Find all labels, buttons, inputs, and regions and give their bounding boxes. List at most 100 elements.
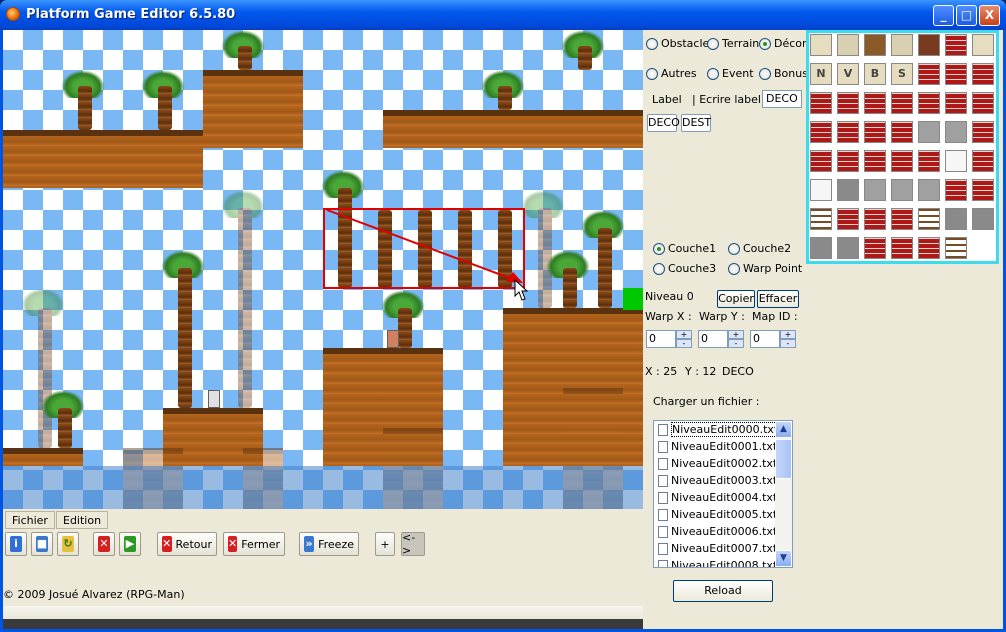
warp-x-value[interactable]: 0	[646, 330, 676, 348]
tile-brick[interactable]	[891, 208, 913, 230]
swap-button[interactable]: <->	[401, 531, 425, 557]
radio-warp-point[interactable]: Warp Point	[728, 262, 802, 275]
tile-brick[interactable]	[837, 92, 859, 114]
tile-brick[interactable]	[837, 150, 859, 172]
tile-brick[interactable]	[810, 150, 832, 172]
stepper-down[interactable]: -	[728, 339, 744, 348]
tile-brick[interactable]	[864, 92, 886, 114]
play-button[interactable]: ▶	[119, 532, 141, 556]
tile-brick[interactable]	[918, 150, 940, 172]
menu-fichier[interactable]: Fichier	[5, 511, 55, 529]
stepper-up[interactable]: +	[780, 330, 796, 339]
tile-brick[interactable]	[972, 63, 994, 85]
tile-brick[interactable]	[864, 237, 886, 259]
radio-couche2[interactable]: Couche2	[728, 242, 791, 255]
tile-brick[interactable]	[891, 121, 913, 143]
tile-dead-tree[interactable]	[918, 34, 940, 56]
tile-brick[interactable]	[837, 121, 859, 143]
map-id-value[interactable]: 0	[750, 330, 780, 348]
tile-brick[interactable]	[972, 150, 994, 172]
tile-brick[interactable]	[864, 150, 886, 172]
tile-ladder[interactable]	[945, 237, 967, 259]
list-item[interactable]: NiveauEdit0001.txt	[654, 438, 792, 455]
map-id-stepper[interactable]: 0 + -	[750, 330, 800, 348]
tile-brick[interactable]	[945, 34, 967, 56]
tile-palette[interactable]: N V B S	[806, 30, 999, 264]
tile-ladder[interactable]	[810, 208, 832, 230]
effacer-button[interactable]: Effacer	[757, 290, 799, 308]
tag-dest-button[interactable]: DEST	[681, 114, 711, 132]
tile-letter-b[interactable]: B	[864, 63, 886, 85]
tile-stone[interactable]	[945, 208, 967, 230]
retour-button[interactable]: ✕ Retour	[157, 532, 217, 556]
tile-brick[interactable]	[945, 92, 967, 114]
tile-letter-s[interactable]: S	[891, 63, 913, 85]
radio-couche3[interactable]: Couche3	[653, 262, 716, 275]
copier-button[interactable]: Copier	[717, 290, 755, 308]
list-item[interactable]: NiveauEdit0004.txt	[654, 489, 792, 506]
tag-deco-button[interactable]: DECO	[647, 114, 680, 132]
tile-brick[interactable]	[891, 92, 913, 114]
scroll-up-icon[interactable]: ▲	[775, 421, 792, 438]
title-bar[interactable]: Platform Game Editor 6.5.80 _ □ X	[0, 0, 1006, 30]
stepper-up[interactable]: +	[676, 330, 692, 339]
tile-sand[interactable]	[972, 34, 994, 56]
list-item[interactable]: NiveauEdit0006.txt	[654, 523, 792, 540]
tile-brick[interactable]	[972, 179, 994, 201]
tile-horse[interactable]	[810, 34, 832, 56]
tile-brick[interactable]	[864, 121, 886, 143]
list-item[interactable]: NiveauEdit0005.txt	[654, 506, 792, 523]
tile-palm[interactable]	[837, 34, 859, 56]
tile-brick[interactable]	[918, 237, 940, 259]
tile-brick[interactable]	[918, 63, 940, 85]
scroll-down-icon[interactable]: ▼	[775, 550, 792, 567]
radio-couche1[interactable]: Couche1	[653, 242, 716, 255]
tile-brick[interactable]	[945, 179, 967, 201]
tile-letter-v[interactable]: V	[837, 63, 859, 85]
tile-brick[interactable]	[891, 237, 913, 259]
tile-brick[interactable]	[972, 121, 994, 143]
stepper-up[interactable]: +	[728, 330, 744, 339]
list-item[interactable]: NiveauEdit0002.txt	[654, 455, 792, 472]
plus-button[interactable]: +	[375, 532, 395, 556]
list-item[interactable]: NiveauEdit0000.txt	[654, 421, 792, 438]
tile-stone[interactable]	[918, 121, 940, 143]
maximize-button[interactable]: □	[956, 5, 977, 26]
tile-brick[interactable]	[810, 92, 832, 114]
tile-stone[interactable]	[891, 179, 913, 201]
tile-letter-n[interactable]: N	[810, 63, 832, 85]
radio-decor[interactable]: Décor	[759, 37, 807, 50]
tile-brick[interactable]	[810, 121, 832, 143]
label-input[interactable]: DECO	[762, 90, 802, 108]
tile-stone[interactable]	[945, 121, 967, 143]
tile-brick[interactable]	[864, 208, 886, 230]
tile-brick[interactable]	[891, 150, 913, 172]
info-button[interactable]: i	[5, 532, 27, 556]
tile-brick[interactable]	[972, 92, 994, 114]
file-list-scrollbar[interactable]: ▲ ▼	[775, 421, 792, 567]
tile-stone[interactable]	[810, 237, 832, 259]
level-canvas[interactable]	[3, 30, 643, 509]
warp-y-stepper[interactable]: 0 + -	[698, 330, 748, 348]
radio-event[interactable]: Event	[707, 67, 754, 80]
freeze-button[interactable]: » Freeze	[299, 532, 359, 556]
fermer-button[interactable]: ✕ Fermer	[223, 532, 285, 556]
tile-dot[interactable]	[810, 179, 832, 201]
tile-brick[interactable]	[918, 92, 940, 114]
list-item[interactable]: NiveauEdit0008.txt	[654, 557, 792, 567]
radio-terrain[interactable]: Terrain	[707, 37, 759, 50]
tile-stone[interactable]	[837, 237, 859, 259]
file-list[interactable]: NiveauEdit0000.txt NiveauEdit0001.txt Ni…	[653, 420, 793, 568]
tile-trunk[interactable]	[864, 34, 886, 56]
tile-bush[interactable]	[891, 34, 913, 56]
warp-y-value[interactable]: 0	[698, 330, 728, 348]
delete-button[interactable]: ✕	[93, 532, 115, 556]
tile-brick[interactable]	[837, 208, 859, 230]
scroll-thumb[interactable]	[775, 439, 792, 479]
tile-dome[interactable]	[945, 150, 967, 172]
menu-edition[interactable]: Edition	[56, 511, 109, 529]
radio-obstacle[interactable]: Obstacle	[646, 37, 709, 50]
list-item[interactable]: NiveauEdit0003.txt	[654, 472, 792, 489]
tile-brick[interactable]	[945, 63, 967, 85]
reload-button[interactable]: Reload	[673, 580, 773, 602]
